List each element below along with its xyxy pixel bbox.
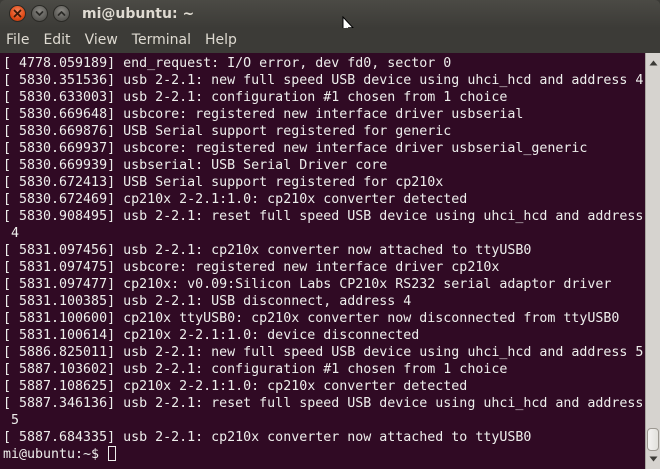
scroll-up-icon bbox=[649, 60, 658, 66]
shell-prompt: mi@ubuntu:~$ bbox=[3, 447, 108, 462]
menu-help[interactable]: Help bbox=[198, 28, 244, 53]
terminal-line: [ 5831.100385] usb 2-2.1: USB disconnect… bbox=[3, 294, 412, 309]
terminal-line: [ 5830.672469] cp210x 2-2.1:1.0: cp210x … bbox=[3, 192, 468, 207]
close-button[interactable] bbox=[9, 5, 26, 22]
menu-bar: File Edit View Terminal Help bbox=[0, 28, 660, 53]
menu-view[interactable]: View bbox=[78, 28, 125, 53]
terminal-line: [ 5830.908495] usb 2-2.1: reset full spe… bbox=[3, 209, 644, 224]
terminal-line: [ 5887.108625] cp210x 2-2.1:1.0: cp210x … bbox=[3, 379, 468, 394]
close-icon bbox=[13, 9, 22, 18]
terminal-line: [ 5830.633003] usb 2-2.1: configuration … bbox=[3, 90, 508, 105]
terminal-line: [ 4778.059189] end_request: I/O error, d… bbox=[3, 56, 452, 71]
terminal-line: [ 5830.351536] usb 2-2.1: new full speed… bbox=[3, 73, 644, 88]
menu-file[interactable]: File bbox=[0, 28, 36, 53]
terminal-window: mi@ubuntu: ~ File Edit View Terminal Hel… bbox=[0, 0, 660, 469]
title-bar[interactable]: mi@ubuntu: ~ bbox=[0, 0, 660, 36]
scroll-thumb[interactable] bbox=[647, 428, 659, 451]
maximize-icon bbox=[57, 11, 66, 16]
menu-edit[interactable]: Edit bbox=[36, 28, 77, 53]
vertical-scrollbar[interactable] bbox=[645, 53, 660, 469]
minimize-icon bbox=[35, 11, 44, 16]
terminal-line: [ 5831.097475] usbcore: registered new i… bbox=[3, 260, 500, 275]
terminal-output[interactable]: [ 4778.059189] end_request: I/O error, d… bbox=[0, 53, 645, 469]
maximize-button[interactable] bbox=[53, 5, 70, 22]
terminal-line: [ 5831.097477] cp210x: v0.09:Silicon Lab… bbox=[3, 277, 612, 292]
terminal-line: [ 5830.669876] USB Serial support regist… bbox=[3, 124, 452, 139]
terminal-text: [ 4778.059189] end_request: I/O error, d… bbox=[0, 53, 645, 463]
menu-terminal[interactable]: Terminal bbox=[125, 28, 198, 53]
terminal-line: [ 5831.100600] cp210x ttyUSB0: cp210x co… bbox=[3, 311, 620, 326]
terminal-line: [ 5887.684335] usb 2-2.1: cp210x convert… bbox=[3, 430, 532, 445]
terminal-line: [ 5830.669939] usbserial: USB Serial Dri… bbox=[3, 158, 388, 173]
terminal-line: [ 5887.346136] usb 2-2.1: reset full spe… bbox=[3, 396, 644, 411]
scroll-down-button[interactable] bbox=[648, 453, 659, 465]
minimize-button[interactable] bbox=[31, 5, 48, 22]
prompt-line: mi@ubuntu:~$ bbox=[3, 446, 645, 463]
scroll-up-button[interactable] bbox=[648, 57, 659, 69]
window-title: mi@ubuntu: ~ bbox=[82, 6, 195, 22]
terminal-line: [ 5830.669648] usbcore: registered new i… bbox=[3, 107, 524, 122]
terminal-line: [ 5830.669937] usbcore: registered new i… bbox=[3, 141, 588, 156]
terminal-line: [ 5831.097456] usb 2-2.1: cp210x convert… bbox=[3, 243, 532, 258]
terminal-line: [ 5830.672413] USB Serial support regist… bbox=[3, 175, 444, 190]
terminal-line: 5 bbox=[3, 413, 20, 428]
terminal-line: [ 5887.103602] usb 2-2.1: configuration … bbox=[3, 362, 508, 377]
text-cursor bbox=[108, 446, 117, 461]
terminal-line: [ 5831.100614] cp210x 2-2.1:1.0: device … bbox=[3, 328, 420, 343]
terminal-line: [ 5886.825011] usb 2-2.1: new full speed… bbox=[3, 345, 644, 360]
scroll-down-icon bbox=[649, 456, 658, 462]
terminal-line: 4 bbox=[3, 226, 20, 241]
